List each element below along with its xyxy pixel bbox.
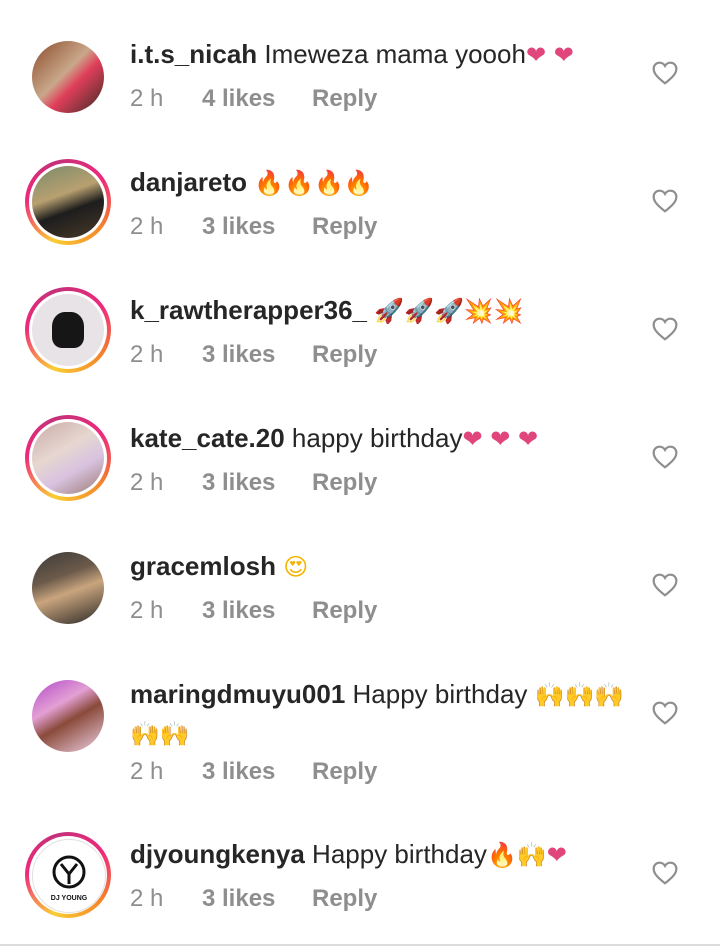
reply-button[interactable]: Reply: [312, 758, 377, 786]
comment-emoji: 😍: [283, 553, 309, 581]
comment-likes[interactable]: 3 likes: [202, 885, 275, 913]
avatar[interactable]: [25, 545, 111, 631]
comment-text: gracemlosh 😍: [130, 547, 640, 586]
comment-likes[interactable]: 4 likes: [202, 85, 275, 113]
avatar-image: [32, 166, 104, 238]
avatar-image: [32, 552, 104, 624]
comment-body: Happy birthday: [345, 679, 535, 709]
avatar-image: [32, 680, 104, 752]
comment-username[interactable]: k_rawtherapper36_: [130, 295, 367, 325]
avatar[interactable]: [25, 673, 111, 759]
avatar-image: [32, 422, 104, 494]
comment-text: danjareto 🔥🔥🔥🔥: [130, 163, 640, 202]
comment-body: Imeweza mama yoooh: [257, 39, 526, 69]
comment-emoji-line2: 🙌🙌: [130, 720, 190, 748]
like-heart-icon[interactable]: [652, 573, 678, 597]
comment-username[interactable]: i.t.s_nicah: [130, 39, 257, 69]
comment-emoji: 🙌🙌🙌: [534, 681, 625, 709]
avatar[interactable]: [25, 159, 111, 245]
like-heart-icon[interactable]: [652, 61, 678, 85]
reply-button[interactable]: Reply: [312, 469, 377, 497]
comment-likes[interactable]: 3 likes: [202, 341, 275, 369]
comment-likes[interactable]: 3 likes: [202, 469, 275, 497]
comment-username[interactable]: djyoungkenya: [130, 839, 305, 869]
comment-username[interactable]: gracemlosh: [130, 551, 276, 581]
comment-time: 2 h: [130, 469, 164, 496]
comment-emoji: ❤ ❤ ❤: [462, 425, 539, 453]
comment-time: 2 h: [130, 213, 164, 240]
like-heart-icon[interactable]: [652, 445, 678, 469]
reply-button[interactable]: Reply: [312, 213, 377, 241]
comment-likes[interactable]: 3 likes: [202, 758, 275, 786]
comment-time: 2 h: [130, 758, 164, 785]
comment-username[interactable]: danjareto: [130, 167, 247, 197]
comment-emoji: 🚀🚀🚀💥💥: [374, 297, 524, 325]
avatar-image: DJ YOUNG: [32, 839, 106, 913]
reply-button[interactable]: Reply: [312, 341, 377, 369]
comment-time: 2 h: [130, 341, 164, 368]
avatar[interactable]: [25, 415, 111, 501]
comment-text: i.t.s_nicah Imeweza mama yoooh❤ ❤: [130, 35, 640, 74]
comment-text: kate_cate.20 happy birthday❤ ❤ ❤: [130, 419, 640, 458]
comment-text: maringdmuyu001 Happy birthday 🙌🙌🙌 🙌🙌: [130, 675, 640, 753]
comment-text: djyoungkenya Happy birthday🔥🙌❤: [130, 835, 640, 874]
comment-emoji: 🔥🙌❤: [486, 841, 567, 869]
avatar-logo-text: DJ YOUNG: [51, 895, 88, 902]
avatar-image: [32, 294, 104, 366]
comment-time: 2 h: [130, 597, 164, 624]
comment-text: k_rawtherapper36_ 🚀🚀🚀💥💥: [130, 291, 640, 330]
reply-button[interactable]: Reply: [312, 597, 377, 625]
avatar[interactable]: [25, 34, 111, 120]
comment-likes[interactable]: 3 likes: [202, 597, 275, 625]
like-heart-icon[interactable]: [652, 317, 678, 341]
reply-button[interactable]: Reply: [312, 885, 377, 913]
like-heart-icon[interactable]: [652, 861, 678, 885]
dj-young-logo-icon: DJ YOUNG: [51, 855, 88, 902]
avatar[interactable]: [25, 287, 111, 373]
comment-body: happy birthday: [284, 423, 463, 453]
comment-time: 2 h: [130, 85, 164, 112]
like-heart-icon[interactable]: [652, 189, 678, 213]
comment-username[interactable]: maringdmuyu001: [130, 679, 345, 709]
avatar-image: [32, 41, 104, 113]
comment-emoji: ❤ ❤: [525, 41, 574, 69]
comment-username[interactable]: kate_cate.20: [130, 423, 285, 453]
like-heart-icon[interactable]: [652, 701, 678, 725]
bottom-divider: [0, 944, 720, 946]
reply-button[interactable]: Reply: [312, 85, 377, 113]
comment-likes[interactable]: 3 likes: [202, 213, 275, 241]
comment-time: 2 h: [130, 885, 164, 912]
comment-emoji: 🔥🔥🔥🔥: [254, 169, 374, 197]
comment-body: Happy birthday: [304, 839, 487, 869]
avatar[interactable]: DJ YOUNG: [25, 832, 111, 918]
